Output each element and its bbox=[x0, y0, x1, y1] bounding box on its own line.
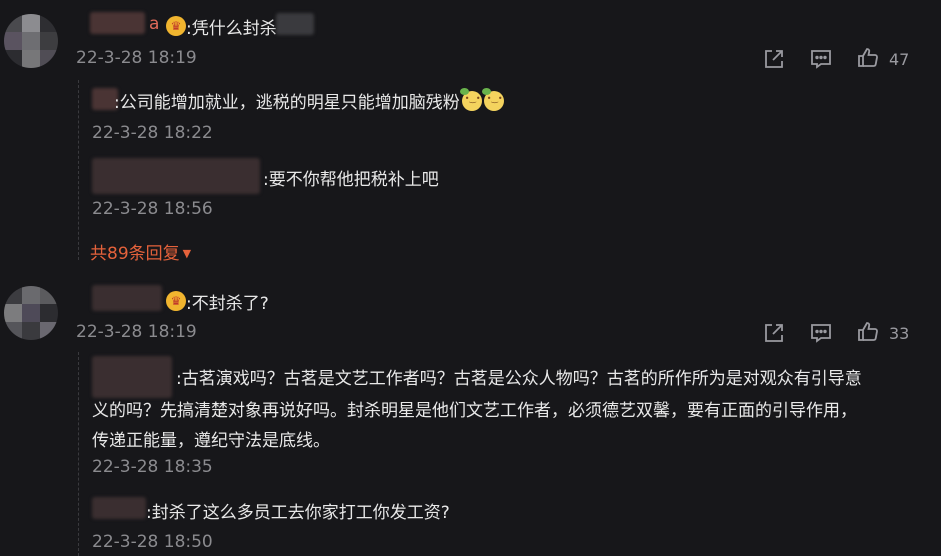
username-blurred[interactable] bbox=[90, 12, 145, 34]
reply-text-line: 义的吗？先搞清楚对象再说好吗。封杀明星是他们文艺工作者，必须德艺双馨，要有正面的… bbox=[92, 401, 857, 421]
crown-icon: ♛ bbox=[166, 291, 186, 311]
reply-username-blurred[interactable] bbox=[92, 356, 172, 398]
reply-username-blurred[interactable] bbox=[92, 158, 260, 194]
share-icon[interactable] bbox=[762, 47, 786, 71]
avatar[interactable] bbox=[4, 14, 58, 68]
smile-emoji-icon bbox=[459, 88, 482, 111]
smile-emoji-icon bbox=[481, 88, 504, 111]
reply-text-line: 传递正能量，遵纪守法是底线。 bbox=[92, 431, 330, 451]
thumbs-up-icon[interactable] bbox=[856, 46, 880, 70]
comment-time: 22-3-28 18:19 bbox=[76, 48, 197, 68]
crown-icon: ♛ bbox=[166, 16, 186, 36]
username-blurred[interactable] bbox=[92, 285, 162, 311]
thumbs-up-icon[interactable] bbox=[856, 320, 880, 344]
reply-thread-line bbox=[78, 80, 80, 260]
avatar[interactable] bbox=[4, 286, 58, 340]
reply-text-content: :公司能增加就业，逃税的明星只能增加脑残粉 bbox=[114, 93, 460, 113]
text-redacted bbox=[276, 13, 314, 35]
reply-time: 22-3-28 18:35 bbox=[92, 457, 213, 477]
comment-time: 22-3-28 18:19 bbox=[76, 322, 197, 342]
reply-time: 22-3-28 18:22 bbox=[92, 123, 213, 143]
like-count: 47 bbox=[889, 50, 910, 69]
reply-thread-line bbox=[78, 352, 80, 556]
reply-text: :要不你帮他把税补上吧 bbox=[263, 170, 439, 190]
more-replies-label[interactable]: 共89条回复 bbox=[90, 244, 180, 264]
comment-text: :不封杀了? bbox=[186, 294, 269, 314]
caret-down-icon[interactable]: ▼ bbox=[183, 247, 191, 260]
reply-text: :封杀了这么多员工去你家打工你发工资? bbox=[146, 503, 450, 523]
comment-icon[interactable] bbox=[809, 321, 833, 345]
username-suffix[interactable]: a bbox=[149, 14, 159, 34]
more-replies-link[interactable]: 共89条回复 ▼ bbox=[90, 239, 191, 264]
reply-time: 22-3-28 18:56 bbox=[92, 199, 213, 219]
comment-icon[interactable] bbox=[809, 47, 833, 71]
share-icon[interactable] bbox=[762, 321, 786, 345]
reply-username-blurred[interactable] bbox=[92, 497, 146, 519]
reply-text-line: :古茗演戏吗？古茗是文艺工作者吗？古茗是公众人物吗？古茗的所作所为是对观众有引导… bbox=[176, 369, 862, 389]
like-count: 33 bbox=[889, 324, 910, 343]
reply-text: :公司能增加就业，逃税的明星只能增加脑残粉 bbox=[114, 88, 504, 113]
comment-text: :凭什么封杀 bbox=[186, 19, 277, 39]
reply-time: 22-3-28 18:50 bbox=[92, 532, 213, 552]
